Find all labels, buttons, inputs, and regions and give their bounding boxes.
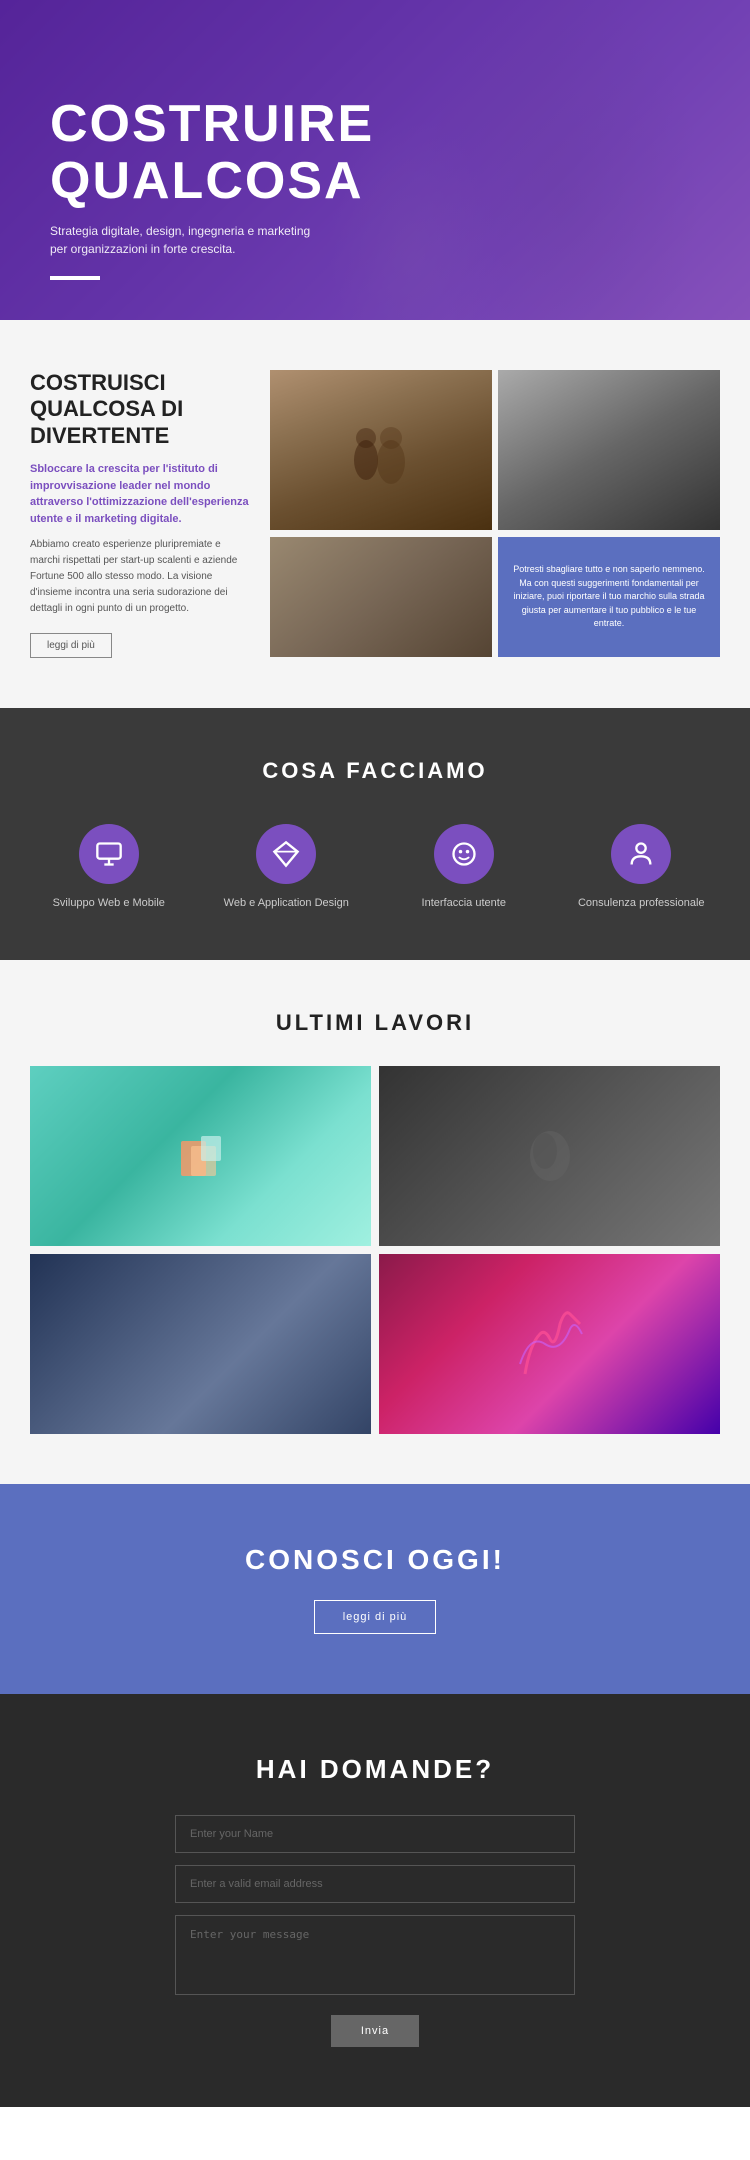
cta-section: CONOSCI OGGI! leggi di più [0, 1484, 750, 1694]
service-item-3: Interfaccia utente [385, 824, 543, 910]
portfolio-grid [30, 1066, 720, 1434]
service-icon-2 [256, 824, 316, 884]
people-image-1 [341, 410, 421, 490]
build-text: COSTRUISCI QUALCOSA DI DIVERTENTE Sblocc… [30, 370, 250, 658]
hero-title: COSTRUIRE QUALCOSA [50, 96, 374, 210]
portfolio-section: ULTIMI LAVORI [0, 960, 750, 1484]
contact-name-input[interactable] [175, 1815, 575, 1853]
cta-heading: CONOSCI OGGI! [30, 1544, 720, 1576]
contact-form: Invia [175, 1815, 575, 2047]
diamond-icon [272, 840, 300, 868]
hero-subtitle: Strategia digitale, design, ingegneria e… [50, 222, 330, 258]
monitor-icon [95, 840, 123, 868]
hero-content: COSTRUIRE QUALCOSA Strategia digitale, d… [50, 96, 374, 280]
services-section: COSA FACCIAMO Sviluppo Web e Mobile [0, 708, 750, 960]
portfolio-item-1 [30, 1066, 371, 1246]
service-item-4: Consulenza professionale [563, 824, 721, 910]
portfolio-item-2 [379, 1066, 720, 1246]
service-label-2: Web e Application Design [224, 896, 349, 910]
build-accent-text: Sbloccare la crescita per l'istituto di … [30, 461, 250, 527]
service-item-1: Sviluppo Web e Mobile [30, 824, 188, 910]
portfolio-item-3 [30, 1254, 371, 1434]
service-icon-3 [434, 824, 494, 884]
build-image-2 [498, 370, 720, 530]
build-blue-box: Potresti sbagliare tutto e non saperlo n… [498, 537, 720, 657]
build-section: COSTRUISCI QUALCOSA DI DIVERTENTE Sblocc… [0, 320, 750, 708]
portfolio-item-4 [379, 1254, 720, 1434]
services-grid: Sviluppo Web e Mobile Web e Application … [30, 824, 720, 910]
service-label-4: Consulenza professionale [578, 896, 705, 910]
contact-section: HAI DOMANDE? Invia [0, 1694, 750, 2107]
build-image-1 [270, 370, 492, 530]
contact-submit-button[interactable]: Invia [331, 2015, 419, 2047]
portfolio-thumbnail-4 [510, 1304, 590, 1384]
hero-section: COSTRUIRE QUALCOSA Strategia digitale, d… [0, 0, 750, 320]
build-read-more-button[interactable]: leggi di più [30, 633, 112, 658]
portfolio-thumbnail-2 [520, 1126, 580, 1186]
service-icon-1 [79, 824, 139, 884]
services-heading: COSA FACCIAMO [30, 758, 720, 784]
service-item-2: Web e Application Design [208, 824, 366, 910]
contact-heading: HAI DOMANDE? [30, 1754, 720, 1785]
service-label-3: Interfaccia utente [422, 896, 506, 910]
portfolio-thumbnail-1 [171, 1126, 231, 1186]
build-image-3 [270, 537, 492, 657]
build-body-text: Abbiamo creato esperienze pluripremiate … [30, 537, 250, 617]
build-images: Potresti sbagliare tutto e non saperlo n… [270, 370, 720, 658]
build-heading: COSTRUISCI QUALCOSA DI DIVERTENTE [30, 370, 250, 449]
hero-line-decoration [50, 276, 100, 280]
contact-email-input[interactable] [175, 1865, 575, 1903]
contact-message-input[interactable] [175, 1915, 575, 1995]
face-icon [450, 840, 478, 868]
cta-button[interactable]: leggi di più [314, 1600, 437, 1634]
service-icon-4 [611, 824, 671, 884]
service-label-1: Sviluppo Web e Mobile [53, 896, 165, 910]
portfolio-heading: ULTIMI LAVORI [30, 1010, 720, 1036]
person-icon [627, 840, 655, 868]
